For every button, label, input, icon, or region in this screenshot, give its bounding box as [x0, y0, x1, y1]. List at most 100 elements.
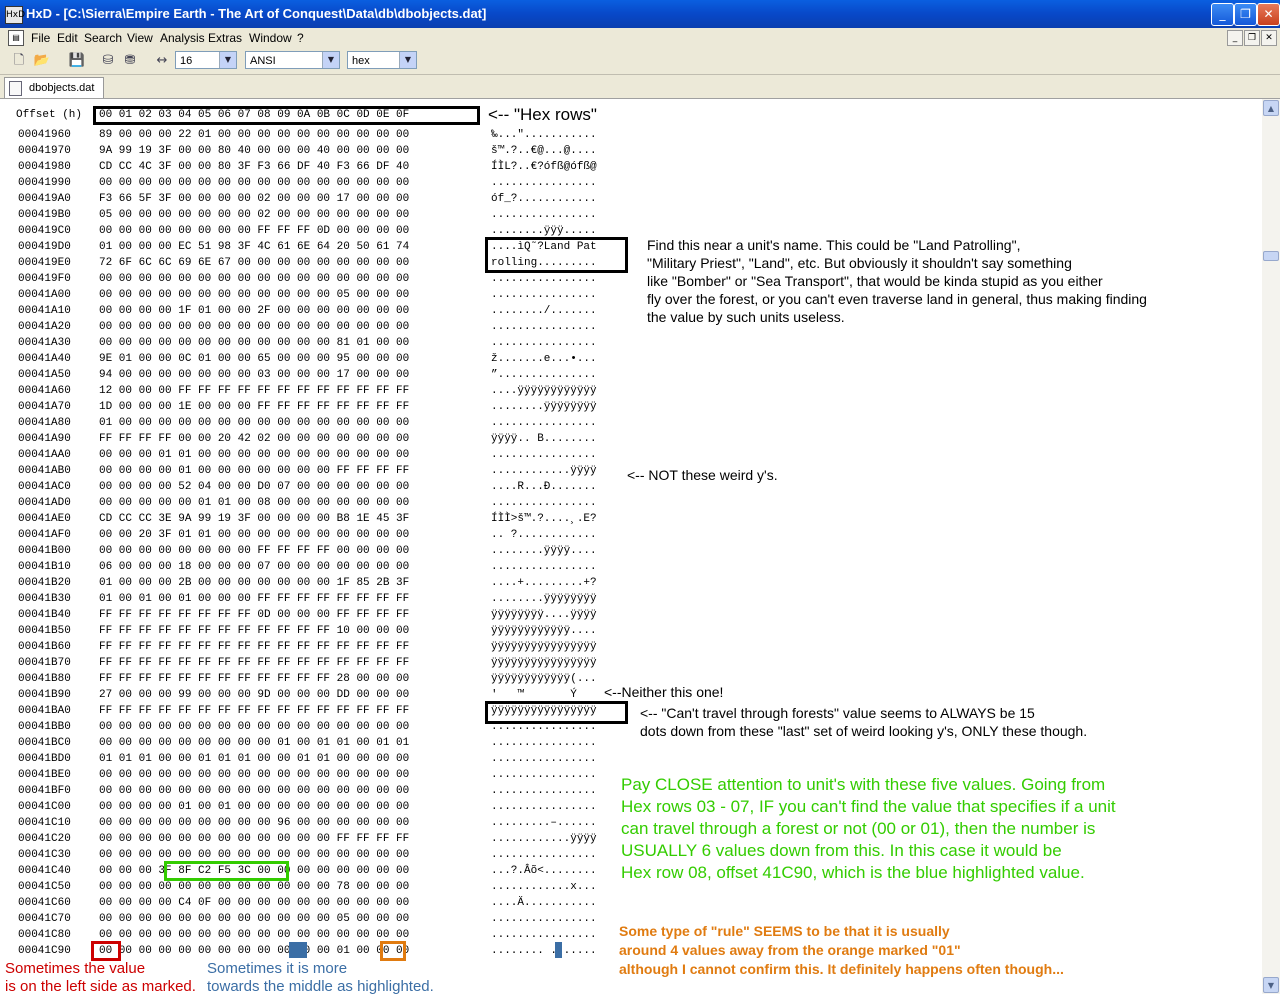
row-hex-bytes[interactable]: FF FF FF FF FF FF FF FF FF FF FF FF 28 0… — [99, 671, 409, 687]
row-text[interactable]: ž.......e...•... — [491, 351, 597, 367]
row-text[interactable]: ....Ä........... — [491, 895, 597, 911]
row-text[interactable]: ................ — [491, 447, 597, 463]
row-hex-bytes[interactable]: 00 00 00 00 00 00 00 00 00 00 00 00 81 0… — [99, 335, 409, 351]
offset-base-select[interactable]: hex ▼ — [347, 51, 417, 69]
row-hex-bytes[interactable]: 00 00 00 00 00 00 00 00 00 00 00 00 00 0… — [99, 783, 409, 799]
row-hex-bytes[interactable]: 00 00 00 00 00 01 01 00 08 00 00 00 00 0… — [99, 495, 409, 511]
row-text[interactable]: ÍÌL?..€?ófß@ófß@ — [491, 159, 597, 175]
row-text[interactable]: ÿÿÿÿ.. B........ — [491, 431, 597, 447]
row-text[interactable]: š™.?..€@...@.... — [491, 143, 597, 159]
row-hex-bytes[interactable]: 00 00 00 00 00 00 00 00 00 00 00 00 00 0… — [99, 719, 409, 735]
scroll-up-icon[interactable]: ▲ — [1263, 100, 1279, 116]
menu-view[interactable]: View — [127, 31, 153, 45]
row-hex-bytes[interactable]: 00 00 00 00 00 00 00 00 00 00 00 00 05 0… — [99, 287, 409, 303]
row-text[interactable]: ÍÌÌ>š™.?....¸.E? — [491, 511, 597, 527]
row-hex-bytes[interactable]: 89 00 00 00 22 01 00 00 00 00 00 00 00 0… — [99, 127, 409, 143]
row-text[interactable]: ................ — [491, 271, 597, 287]
row-hex-bytes[interactable]: FF FF FF FF FF FF FF FF FF FF FF FF 10 0… — [99, 623, 409, 639]
row-hex-bytes[interactable]: 00 00 00 00 00 00 00 00 00 00 00 00 01 0… — [99, 943, 409, 959]
ram-icon[interactable]: ⛃ — [121, 52, 139, 70]
row-hex-bytes[interactable]: 01 00 00 00 2B 00 00 00 00 00 00 00 1F 8… — [99, 575, 409, 591]
tab-dbobjects[interactable]: dbobjects.dat — [4, 77, 104, 98]
chevron-down-icon[interactable]: ▼ — [219, 52, 236, 68]
mdi-minimize-icon[interactable]: _ — [1227, 30, 1243, 46]
row-hex-bytes[interactable]: 00 00 00 00 00 00 00 00 FF FF FF FF 00 0… — [99, 543, 409, 559]
row-text[interactable]: ........ÿÿÿÿÿÿÿÿ — [491, 399, 597, 415]
title-bar[interactable]: HxD HxD - [C:\Sierra\Empire Earth - The … — [0, 0, 1280, 28]
row-text[interactable]: ................ — [491, 927, 597, 943]
row-hex-bytes[interactable]: FF FF FF FF FF FF FF FF FF FF FF FF FF F… — [99, 639, 409, 655]
row-text[interactable]: ................ — [491, 735, 597, 751]
bytes-per-row-select[interactable]: 16 ▼ — [175, 51, 237, 69]
vertical-scrollbar[interactable]: ▲ ▼ — [1262, 99, 1280, 994]
row-hex-bytes[interactable]: FF FF FF FF FF FF FF FF FF FF FF FF FF F… — [99, 655, 409, 671]
row-hex-bytes[interactable]: 00 00 00 00 00 00 00 00 00 00 00 00 00 0… — [99, 767, 409, 783]
row-hex-bytes[interactable]: 01 00 00 00 EC 51 98 3F 4C 61 6E 64 20 5… — [99, 239, 409, 255]
mdi-restore-icon[interactable]: ❐ — [1244, 30, 1260, 46]
maximize-button[interactable]: ❐ — [1234, 3, 1257, 26]
row-text[interactable]: ............x... — [491, 879, 597, 895]
menu-edit[interactable]: Edit — [57, 31, 78, 45]
row-text[interactable]: óf_?............ — [491, 191, 597, 207]
row-hex-bytes[interactable]: F3 66 5F 3F 00 00 00 00 02 00 00 00 17 0… — [99, 191, 409, 207]
mdi-close-icon[interactable]: ✕ — [1261, 30, 1277, 46]
row-text[interactable]: .. ?............ — [491, 527, 597, 543]
row-text[interactable]: ................ — [491, 287, 597, 303]
row-text[interactable]: ................ — [491, 207, 597, 223]
row-hex-bytes[interactable]: 1D 00 00 00 1E 00 00 00 FF FF FF FF FF F… — [99, 399, 409, 415]
row-hex-bytes[interactable]: 00 00 00 00 01 00 01 00 00 00 00 00 00 0… — [99, 799, 409, 815]
save-icon[interactable]: 💾 — [68, 52, 86, 70]
row-text[interactable]: ................ — [491, 751, 597, 767]
row-hex-bytes[interactable]: 00 00 00 00 00 00 00 00 00 00 00 00 00 0… — [99, 927, 409, 943]
row-hex-bytes[interactable]: 00 00 00 00 00 00 00 00 00 01 00 01 01 0… — [99, 735, 409, 751]
row-hex-bytes[interactable]: CD CC CC 3E 9A 99 19 3F 00 00 00 00 B8 1… — [99, 511, 409, 527]
menu-extras[interactable]: Extras — [208, 31, 242, 45]
row-text[interactable]: ............ÿÿÿÿ — [491, 463, 597, 479]
row-hex-bytes[interactable]: 06 00 00 00 18 00 00 00 07 00 00 00 00 0… — [99, 559, 409, 575]
row-hex-bytes[interactable]: 9A 99 19 3F 00 00 80 40 00 00 00 40 00 0… — [99, 143, 409, 159]
open-folder-icon[interactable]: 📂 — [33, 52, 51, 70]
row-hex-bytes[interactable]: 72 6F 6C 6C 69 6E 67 00 00 00 00 00 00 0… — [99, 255, 409, 271]
row-hex-bytes[interactable]: 00 00 00 00 1F 01 00 00 2F 00 00 00 00 0… — [99, 303, 409, 319]
row-hex-bytes[interactable]: 00 00 00 00 00 00 00 00 00 00 00 00 05 0… — [99, 911, 409, 927]
close-button[interactable]: ✕ — [1257, 3, 1280, 26]
row-text[interactable]: ................ — [491, 319, 597, 335]
row-hex-bytes[interactable]: 00 00 00 00 01 00 00 00 00 00 00 00 FF F… — [99, 463, 409, 479]
row-hex-bytes[interactable]: 00 00 00 00 00 00 00 00 FF FF FF 0D 00 0… — [99, 223, 409, 239]
charset-select[interactable]: ANSI ▼ — [245, 51, 340, 69]
row-hex-bytes[interactable]: 05 00 00 00 00 00 00 00 02 00 00 00 00 0… — [99, 207, 409, 223]
row-hex-bytes[interactable]: 9E 01 00 00 0C 01 00 00 65 00 00 00 95 0… — [99, 351, 409, 367]
row-text[interactable]: ................ — [491, 175, 597, 191]
row-text[interactable]: ............ÿÿÿÿ — [491, 831, 597, 847]
row-text[interactable]: ÿÿÿÿÿÿÿÿ....ÿÿÿÿ — [491, 607, 597, 623]
row-hex-bytes[interactable]: 00 00 00 00 00 00 00 00 00 00 00 00 00 0… — [99, 319, 409, 335]
row-hex-bytes[interactable]: FF FF FF FF 00 00 20 42 02 00 00 00 00 0… — [99, 431, 409, 447]
row-hex-bytes[interactable]: 00 00 00 00 00 00 00 00 00 00 00 00 00 0… — [99, 271, 409, 287]
row-hex-bytes[interactable]: 00 00 00 00 52 04 00 00 D0 07 00 00 00 0… — [99, 479, 409, 495]
row-text[interactable]: ÿÿÿÿÿÿÿÿÿÿÿÿÿÿÿÿ — [491, 639, 597, 655]
row-hex-bytes[interactable]: 01 01 01 00 00 01 01 01 00 00 01 01 00 0… — [99, 751, 409, 767]
minimize-button[interactable]: _ — [1211, 3, 1234, 26]
row-text[interactable]: ....ÿÿÿÿÿÿÿÿÿÿÿÿ — [491, 383, 597, 399]
disk-icon[interactable]: ⛁ — [99, 52, 117, 70]
row-hex-bytes[interactable]: 00 00 00 00 00 00 00 00 00 00 00 00 FF F… — [99, 831, 409, 847]
row-hex-bytes[interactable]: 00 00 00 01 01 00 00 00 00 00 00 00 00 0… — [99, 447, 409, 463]
row-hex-bytes[interactable]: 01 00 00 00 00 00 00 00 00 00 00 00 00 0… — [99, 415, 409, 431]
row-text[interactable]: ................ — [491, 783, 597, 799]
row-hex-bytes[interactable]: FF FF FF FF FF FF FF FF FF FF FF FF FF F… — [99, 703, 409, 719]
row-text[interactable]: ........ÿÿÿÿÿÿÿÿ — [491, 591, 597, 607]
scroll-thumb[interactable] — [1263, 251, 1279, 261]
row-hex-bytes[interactable]: 27 00 00 00 99 00 00 00 9D 00 00 00 DD 0… — [99, 687, 409, 703]
row-hex-bytes[interactable]: 00 00 00 00 00 00 00 00 00 96 00 00 00 0… — [99, 815, 409, 831]
chevron-down-icon[interactable]: ▼ — [399, 52, 416, 68]
scroll-down-icon[interactable]: ▼ — [1263, 977, 1279, 993]
row-text[interactable]: ......../....... — [491, 303, 597, 319]
row-text[interactable]: ................ — [491, 799, 597, 815]
row-text[interactable]: ................ — [491, 911, 597, 927]
row-hex-bytes[interactable]: 01 00 01 00 01 00 00 00 FF FF FF FF FF F… — [99, 591, 409, 607]
row-text[interactable]: ................ — [491, 415, 597, 431]
row-text[interactable]: ...?.Âõ<........ — [491, 863, 597, 879]
row-text[interactable]: ........ . ..... — [491, 943, 597, 959]
document-icon[interactable]: ▤ — [8, 30, 24, 46]
menu-search[interactable]: Search — [84, 31, 122, 45]
